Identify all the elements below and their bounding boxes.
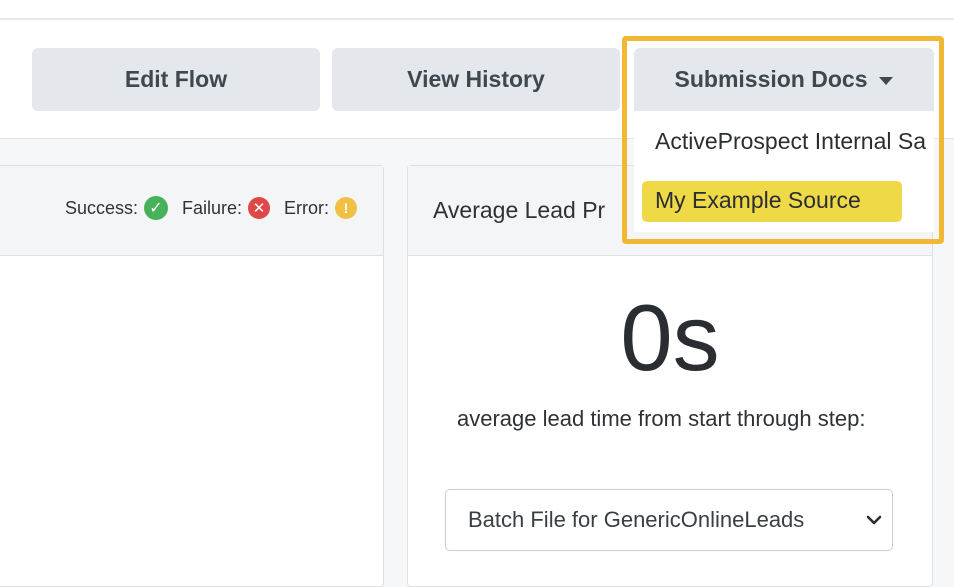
average-lead-time-value: 0s [620, 285, 720, 390]
chevron-down-icon [866, 515, 882, 525]
exclamation-circle-icon: ! [335, 197, 357, 219]
view-history-button[interactable]: View History [332, 48, 620, 111]
x-circle-icon: ✕ [248, 197, 270, 219]
error-legend-label: Error: [284, 197, 329, 218]
edit-flow-label: Edit Flow [124, 66, 228, 92]
lead-status-card-header: Success: ✓ Failure: ✕ Error: ! [0, 166, 383, 256]
lead-status-card: Success: ✓ Failure: ✕ Error: ! [0, 165, 384, 587]
failure-legend-label: Failure: [181, 197, 242, 218]
step-select-value: Batch File for GenericOnlineLeads [468, 507, 805, 532]
step-select[interactable]: Batch File for GenericOnlineLeads [445, 489, 893, 551]
callout-highlight-frame [622, 36, 944, 244]
edit-flow-button[interactable]: Edit Flow [32, 48, 320, 111]
status-legend: Success: ✓ Failure: ✕ Error: ! [65, 196, 357, 220]
view-history-label: View History [407, 66, 545, 92]
average-lead-card-title: Average Lead Pr [433, 197, 606, 223]
check-circle-icon: ✓ [143, 196, 168, 220]
top-divider [0, 18, 954, 20]
success-legend-label: Success: [64, 197, 138, 218]
average-lead-time-description: average lead time from start through ste… [457, 406, 866, 431]
